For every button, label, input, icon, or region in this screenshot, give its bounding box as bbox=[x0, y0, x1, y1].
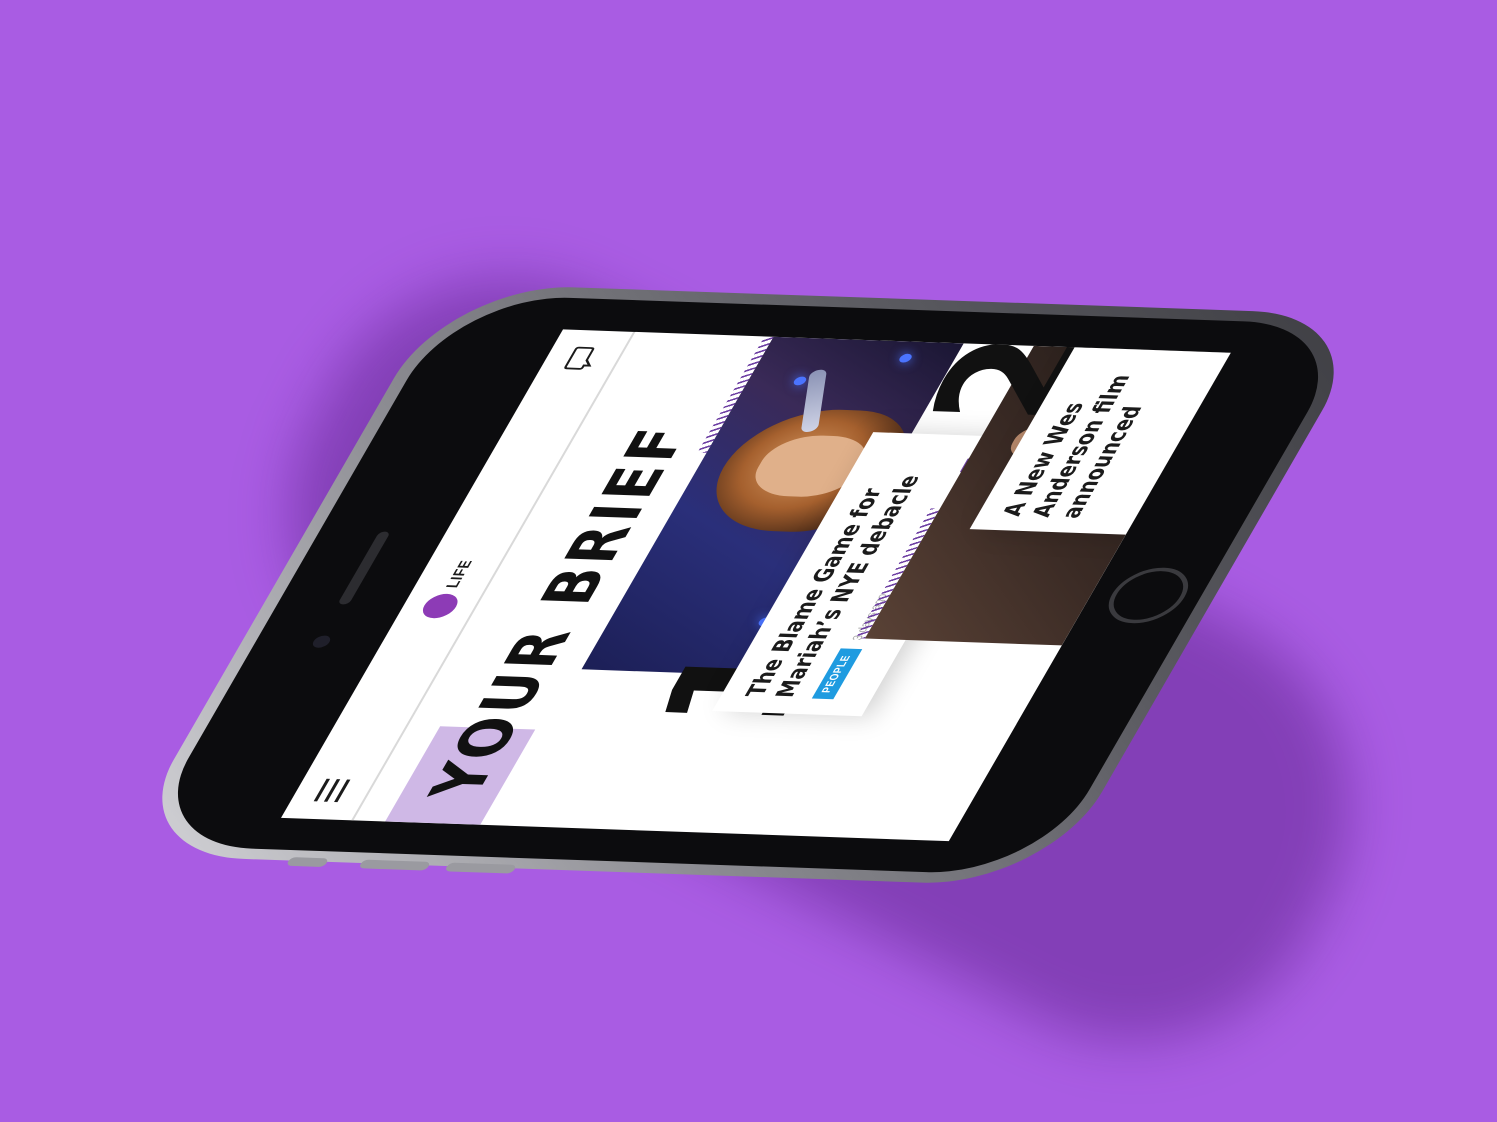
home-button bbox=[1096, 566, 1201, 625]
hamburger-menu-icon[interactable] bbox=[313, 778, 352, 803]
volume-up-button bbox=[358, 859, 432, 871]
app-logo[interactable]: LIFE bbox=[417, 559, 482, 619]
stage-light bbox=[897, 353, 914, 363]
earpiece bbox=[337, 531, 391, 605]
chat-bubble-icon[interactable] bbox=[560, 346, 603, 371]
stage-light bbox=[791, 376, 809, 386]
volume-down-button bbox=[444, 862, 518, 874]
logo-dot-icon bbox=[417, 593, 464, 619]
front-camera bbox=[310, 635, 333, 649]
mute-switch bbox=[285, 857, 330, 868]
app-screen: LIFE YOUR BRIEF 1 bbox=[281, 329, 1231, 842]
logo-text: LIFE bbox=[441, 559, 476, 589]
mockup-scene: LIFE YOUR BRIEF 1 bbox=[0, 0, 1497, 1122]
